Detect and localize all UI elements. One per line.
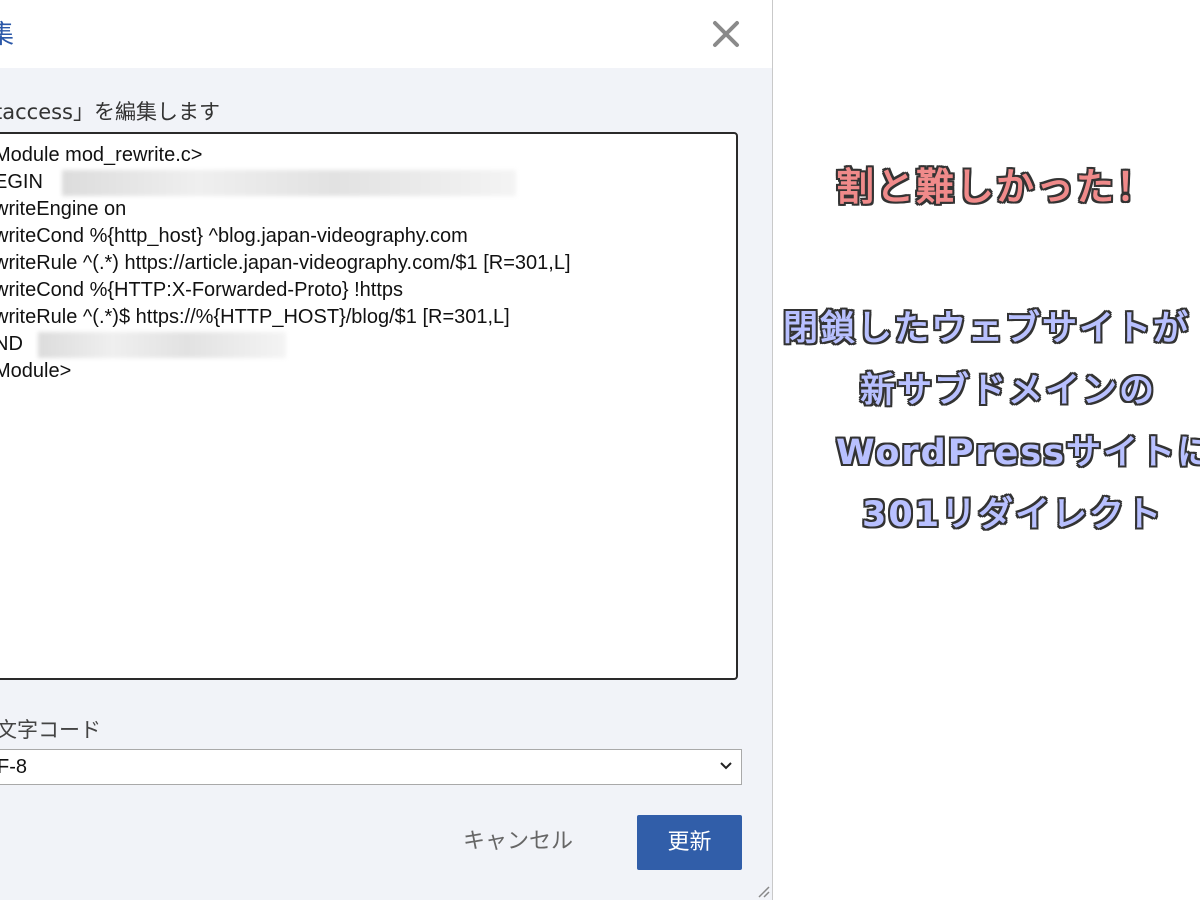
resize-grip-icon[interactable] <box>756 884 770 898</box>
edit-dialog: 集 taccess」を編集します Module mod_rewrite.c> E… <box>0 0 773 900</box>
close-icon <box>713 21 739 47</box>
htaccess-editor[interactable]: Module mod_rewrite.c> EGIN writeEngine o… <box>0 132 738 680</box>
close-button[interactable] <box>705 14 747 54</box>
dialog-body: taccess」を編集します Module mod_rewrite.c> EGI… <box>0 68 772 900</box>
encoding-label: 文字コード <box>0 718 101 742</box>
code-line: writeRule ^(.*)$ https://%{HTTP_HOST}/bl… <box>0 306 510 328</box>
chevron-down-icon <box>720 762 732 770</box>
dialog-title: 集 <box>0 14 14 51</box>
encoding-selected-value: F-8 <box>0 756 27 778</box>
code-line: EGIN <box>0 171 43 193</box>
code-line: Module mod_rewrite.c> <box>0 144 203 166</box>
cancel-button[interactable]: キャンセル <box>448 815 588 869</box>
annotation-line: 閉鎖したウェブサイトが <box>783 309 1191 349</box>
redacted-text <box>38 332 286 358</box>
dialog-header: 集 <box>0 0 772 68</box>
code-line: Module> <box>0 360 72 382</box>
annotation-headline: 割と難しかった！ <box>836 165 1157 209</box>
annotation-line: 新サブドメインの <box>860 371 1157 411</box>
annotation-line: 301リダイレクト <box>862 495 1164 535</box>
encoding-select[interactable]: F-8 <box>0 749 742 785</box>
instruction-text: taccess」を編集します <box>0 100 220 124</box>
code-line: writeCond %{http_host} ^blog.japan-video… <box>0 225 468 247</box>
code-line: writeRule ^(.*) https://article.japan-vi… <box>0 252 571 274</box>
update-button[interactable]: 更新 <box>637 815 742 870</box>
annotation-line: WordPressサイトに <box>836 433 1200 473</box>
code-line: ND <box>0 333 23 355</box>
code-line: writeCond %{HTTP:X-Forwarded-Proto} !htt… <box>0 279 404 301</box>
code-line: writeEngine on <box>0 198 127 220</box>
redacted-text <box>62 170 516 196</box>
